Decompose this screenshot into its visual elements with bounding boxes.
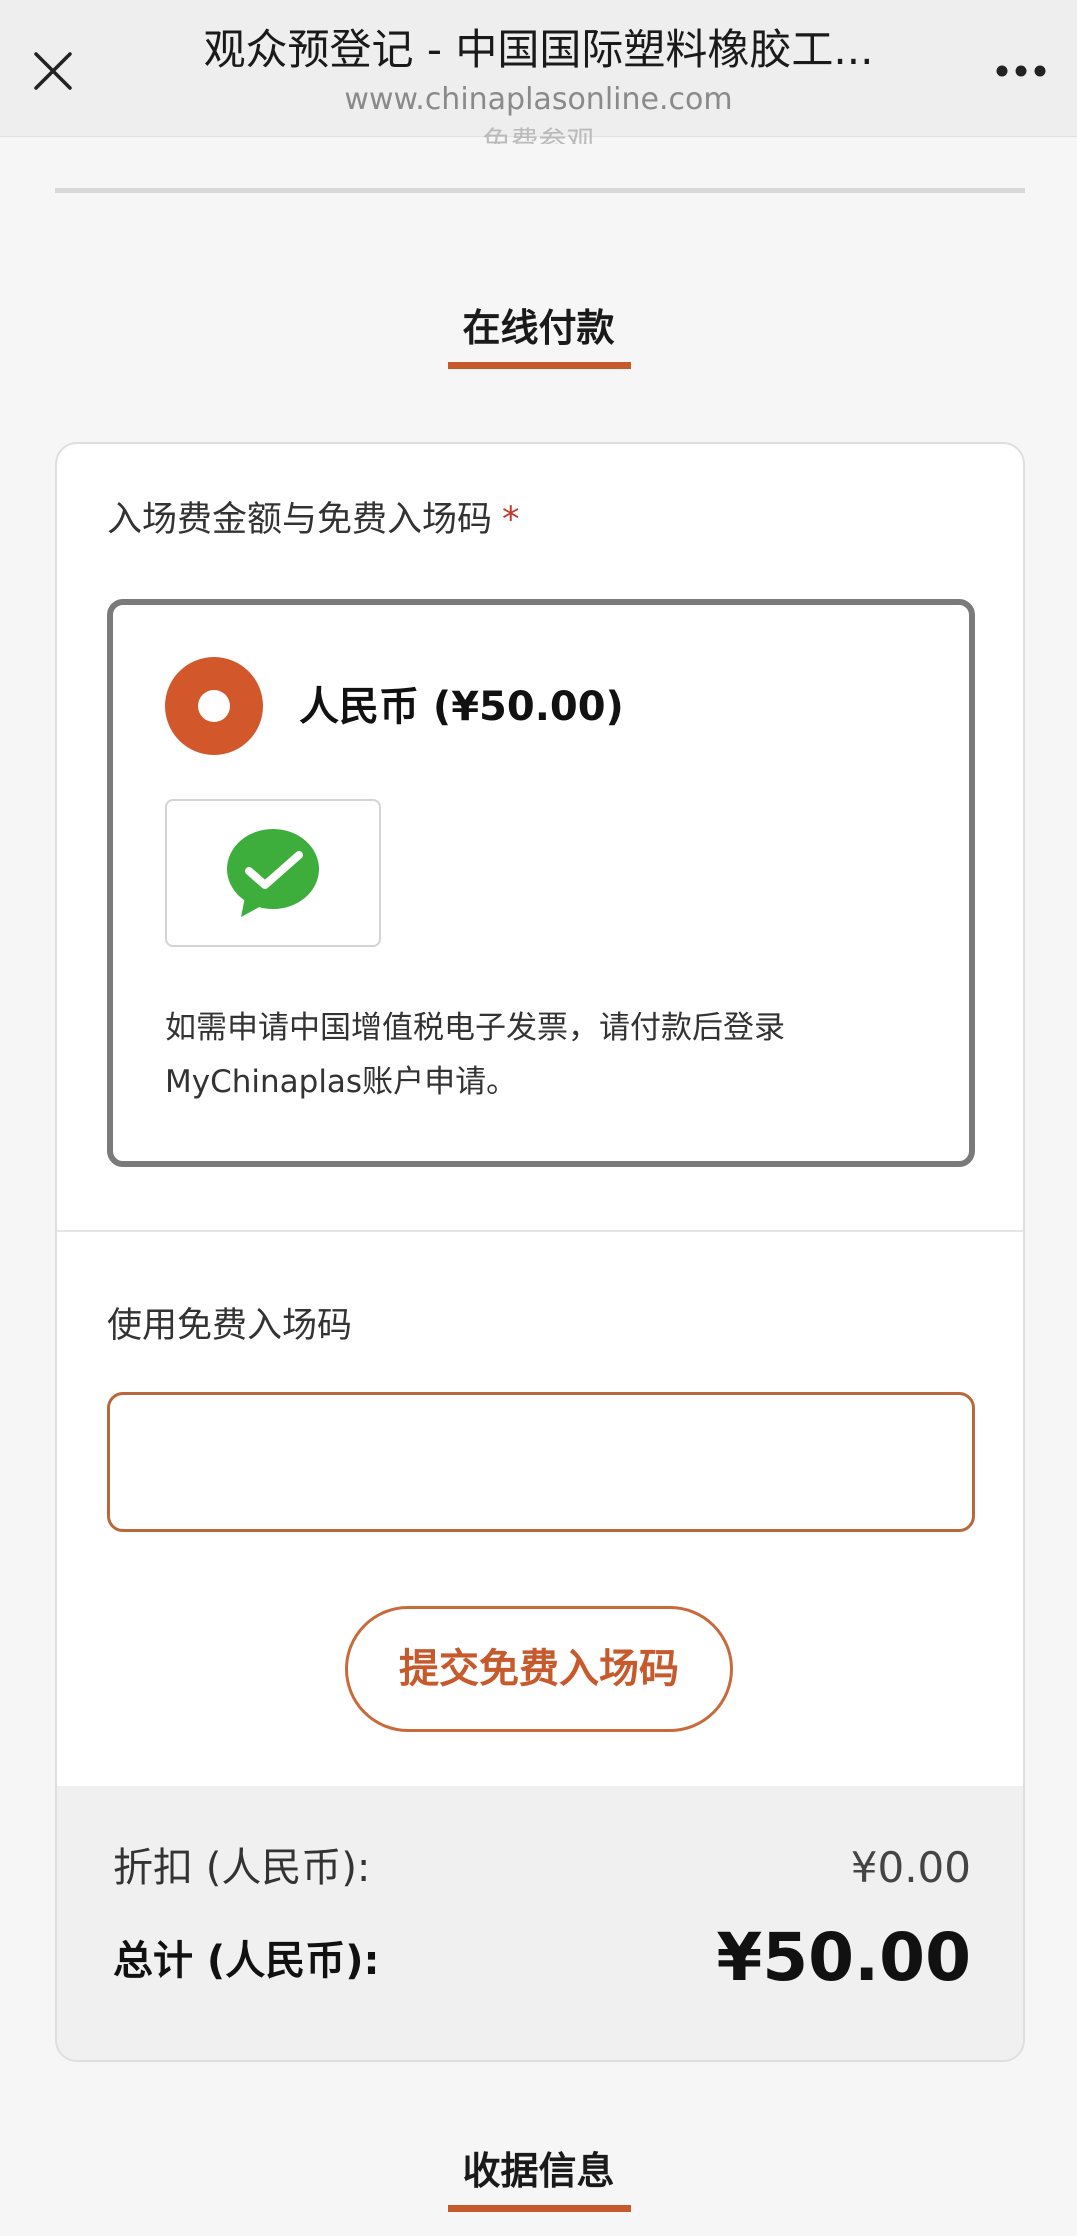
- wechat-pay-icon: [227, 829, 319, 917]
- submit-free-code-button[interactable]: 提交免费入场码: [345, 1606, 733, 1732]
- payment-card: 入场费金额与免费入场码 * 人民币 (¥50.00) 如需申请中国增值税电子发票，…: [55, 442, 1025, 2062]
- more-dots-icon: [996, 65, 1046, 77]
- fee-label: 入场费金额与免费入场码 *: [107, 496, 520, 544]
- receipt-heading-underline: [448, 2205, 631, 2212]
- total-label: 总计 (人民币):: [113, 1938, 380, 1984]
- card-divider: [57, 1230, 1023, 1232]
- close-button[interactable]: [28, 46, 78, 96]
- discount-label: 折扣 (人民币):: [113, 1845, 371, 1891]
- browser-top-bar: 观众预登记 - 中国国际塑料橡胶工... www.chinaplasonline…: [0, 0, 1077, 137]
- payment-heading: 在线付款: [462, 306, 615, 350]
- cutoff-text: 免费参观: [482, 125, 595, 144]
- discount-value: ¥0.00: [850, 1843, 971, 1892]
- section-divider: [55, 188, 1025, 193]
- total-value: ¥50.00: [716, 1919, 971, 1996]
- more-button[interactable]: [991, 46, 1051, 96]
- payment-option-rmb[interactable]: 人民币 (¥50.00) 如需申请中国增值税电子发票，请付款后登录MyChina…: [107, 599, 975, 1167]
- page-url: www.chinaplasonline.com: [344, 82, 733, 117]
- payment-heading-underline: [448, 362, 631, 369]
- order-summary: 折扣 (人民币): ¥0.00 总计 (人民币): ¥50.00: [57, 1786, 1023, 2060]
- free-code-input[interactable]: [107, 1392, 975, 1532]
- option-label: 人民币 (¥50.00): [299, 684, 624, 730]
- receipt-heading: 收据信息: [462, 2149, 615, 2193]
- required-mark: *: [502, 500, 520, 540]
- page-title: 观众预登记 - 中国国际塑料橡胶工...: [203, 25, 874, 74]
- close-icon: [34, 52, 72, 90]
- wechat-pay-button[interactable]: [165, 799, 381, 947]
- radio-selected[interactable]: [165, 657, 263, 755]
- fee-label-text: 入场费金额与免费入场码: [107, 500, 493, 540]
- free-code-label: 使用免费入场码: [107, 1306, 353, 1346]
- invoice-note: 如需申请中国增值税电子发票，请付款后登录MyChinaplas账户申请。: [165, 1010, 785, 1100]
